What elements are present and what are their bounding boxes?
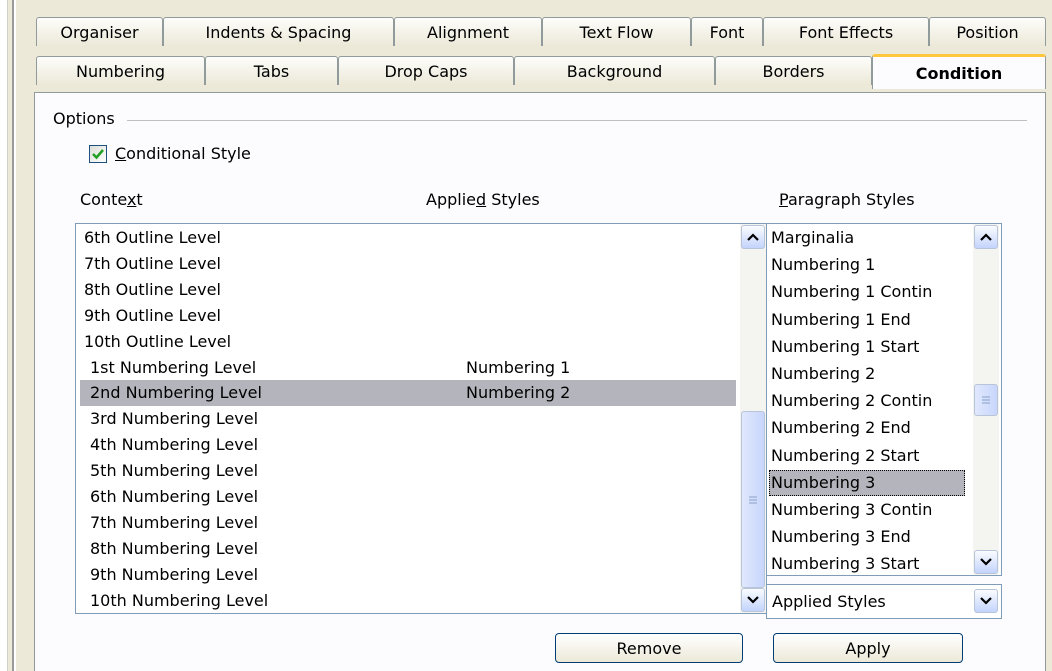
context-row[interactable]: 4th Numbering Level — [80, 432, 736, 458]
grip-icon — [749, 496, 757, 503]
context-row[interactable]: 8th Numbering Level — [80, 536, 736, 562]
tab-organiser[interactable]: Organiser — [36, 17, 163, 46]
chevron-up-icon — [747, 233, 759, 241]
context-row[interactable]: 3rd Numbering Level — [80, 406, 736, 432]
context-scroll-down-button[interactable] — [741, 588, 765, 612]
paragraph-style-item[interactable]: Numbering 3 End — [769, 524, 969, 550]
context-cell: 5th Numbering Level — [90, 461, 259, 481]
paragraph-style-item[interactable]: Numbering 2 Start — [769, 443, 969, 469]
context-row[interactable]: 7th Numbering Level — [80, 510, 736, 536]
paragraph-style-item[interactable]: Numbering 2 — [769, 361, 969, 387]
context-scrollbar[interactable] — [740, 224, 766, 613]
context-cell: 2nd Numbering Level — [90, 383, 262, 403]
context-scroll-up-button[interactable] — [741, 225, 765, 249]
tab-text-flow[interactable]: Text Flow — [542, 17, 691, 46]
style-filter-dropdown[interactable]: Applied Styles — [766, 584, 1002, 619]
options-separator — [127, 120, 1027, 121]
paragraph-style-item[interactable]: Numbering 3 — [769, 469, 965, 496]
window-edge — [0, 0, 8, 671]
context-row[interactable]: 10th Outline Level — [80, 329, 736, 355]
conditional-style-label[interactable]: Conditional Style — [115, 144, 251, 163]
tab-indents-spacing[interactable]: Indents & Spacing — [163, 17, 394, 46]
context-row[interactable]: 6th Outline Level — [80, 225, 736, 251]
paragraph-style-item[interactable]: Numbering 1 Contin — [769, 279, 969, 305]
paragraph-scroll-thumb[interactable] — [974, 384, 998, 416]
paragraph-scroll-down-button[interactable] — [974, 550, 998, 574]
grip-icon — [982, 396, 990, 404]
context-cell: 6th Outline Level — [84, 228, 221, 247]
options-group-label: Options — [53, 109, 115, 128]
tab-condition[interactable]: Condition — [872, 54, 1046, 89]
context-cell: 6th Numbering Level — [90, 487, 259, 506]
tab-numbering[interactable]: Numbering — [36, 56, 205, 85]
context-row[interactable]: 6th Numbering Level — [80, 484, 736, 510]
context-cell: 7th Numbering Level — [90, 512, 259, 532]
paragraph-style-item[interactable]: Numbering 2 Contin — [769, 388, 969, 414]
context-row[interactable]: 9th Numbering Level — [80, 562, 736, 588]
chevron-down-icon — [980, 597, 992, 605]
context-scroll-thumb[interactable] — [741, 411, 765, 588]
tab-background[interactable]: Background — [514, 56, 715, 85]
paragraph-style-dialog: Organiser Indents & Spacing Alignment Te… — [16, 0, 1052, 671]
tab-borders[interactable]: Borders — [715, 56, 872, 85]
paragraph-style-item[interactable]: Numbering 3 Start — [769, 551, 969, 575]
conditional-style-checkbox[interactable] — [89, 145, 107, 163]
context-row[interactable]: 1st Numbering Level Numbering 1 — [80, 355, 736, 381]
paragraph-style-item[interactable]: Numbering 2 End — [769, 415, 969, 441]
paragraph-style-item[interactable]: Numbering 1 Start — [769, 334, 969, 360]
chevron-up-icon — [980, 233, 992, 241]
paragraph-styles-scrollbar[interactable] — [973, 224, 999, 575]
tab-alignment[interactable]: Alignment — [394, 17, 542, 46]
tab-position[interactable]: Position — [929, 17, 1046, 46]
context-list[interactable]: 6th Outline Level 7th Outline Level 8th Ou… — [75, 223, 767, 614]
style-filter-value: Applied Styles — [772, 592, 886, 611]
context-cell: 8th Outline Level — [84, 279, 221, 299]
apply-button[interactable]: Apply — [773, 633, 963, 663]
chevron-down-icon — [747, 596, 759, 604]
context-row[interactable]: 2nd Numbering Level Numbering 2 — [80, 380, 736, 407]
style-filter-dropdown-button[interactable] — [974, 589, 998, 613]
tab-drop-caps[interactable]: Drop Caps — [338, 56, 514, 85]
paragraph-styles-header: Paragraph Styles — [779, 190, 915, 209]
chevron-down-icon — [980, 558, 992, 566]
context-cell: 9th Numbering Level — [90, 564, 259, 584]
context-cell: 3rd Numbering Level — [90, 409, 259, 429]
applied-style-cell: Numbering 1 — [466, 357, 571, 377]
context-row[interactable]: 5th Numbering Level — [80, 458, 736, 484]
paragraph-style-item[interactable]: Marginalia — [769, 225, 969, 251]
context-row[interactable]: 10th Numbering Level — [80, 588, 736, 613]
paragraph-styles-list[interactable]: Marginalia Numbering 1 Numbering 1 Contin N… — [766, 223, 1002, 576]
paragraph-scroll-up-button[interactable] — [974, 225, 998, 249]
paragraph-style-item[interactable]: Numbering 1 — [769, 252, 969, 278]
context-cell: 4th Numbering Level — [90, 435, 259, 455]
paragraph-style-item[interactable]: Numbering 1 End — [769, 307, 969, 333]
applied-styles-header: Applied Styles — [426, 190, 540, 209]
checkmark-icon — [92, 149, 104, 160]
window-frame — [8, 0, 14, 671]
paragraph-style-item[interactable]: Numbering 3 Contin — [769, 497, 969, 523]
context-cell: 10th Outline Level — [84, 331, 232, 351]
context-cell: 10th Numbering Level — [90, 590, 269, 610]
context-row[interactable]: 7th Outline Level — [80, 251, 736, 277]
applied-style-cell: Numbering 2 — [466, 383, 571, 403]
context-header: Context — [80, 190, 143, 209]
context-cell: 9th Outline Level — [84, 305, 221, 325]
context-row[interactable]: 8th Outline Level — [80, 277, 736, 303]
tab-font[interactable]: Font — [691, 17, 763, 46]
context-row[interactable]: 9th Outline Level — [80, 303, 736, 329]
context-cell: 8th Numbering Level — [90, 538, 259, 558]
context-cell: 7th Outline Level — [84, 253, 221, 273]
context-cell: 1st Numbering Level — [90, 357, 257, 377]
remove-button[interactable]: Remove — [555, 633, 743, 663]
condition-panel: Options Conditional Style Context Applie… — [34, 92, 1046, 671]
tab-font-effects[interactable]: Font Effects — [763, 17, 929, 46]
tab-tabs[interactable]: Tabs — [205, 56, 338, 85]
